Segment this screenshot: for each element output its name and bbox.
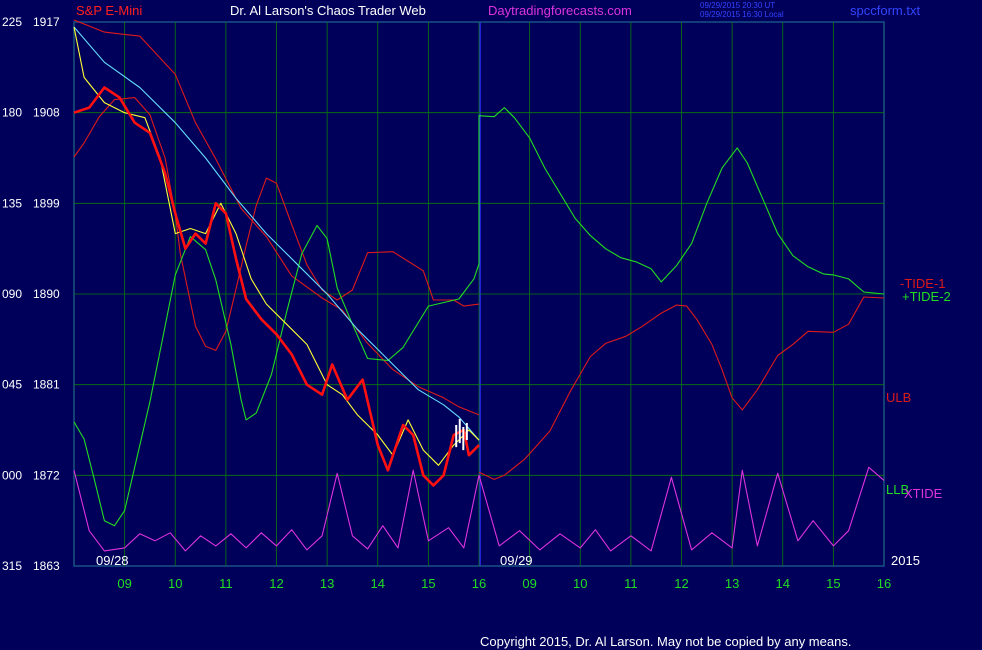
symbol-title: S&P E-Mini xyxy=(76,3,142,18)
y-tick-label-left: 180 xyxy=(2,106,22,120)
x-tick-label: 14 xyxy=(776,576,790,591)
x-tick-label: 11 xyxy=(624,576,638,591)
y-tick-label-right: 1863 xyxy=(33,559,60,573)
x-tick-label: 14 xyxy=(371,576,385,591)
x-tick-label: 10 xyxy=(168,576,182,591)
label-xtide: XTIDE xyxy=(904,486,943,501)
x-tick-label: 09 xyxy=(117,576,131,591)
copyright-text: Copyright 2015, Dr. Al Larson. May not b… xyxy=(480,634,851,649)
x-tick-label: 10 xyxy=(573,576,587,591)
year-label: 2015 xyxy=(891,553,920,568)
date-label-2: 09/29 xyxy=(500,553,533,568)
y-tick-label-left: 315 xyxy=(2,559,22,573)
y-tick-label-left: 000 xyxy=(2,468,22,482)
x-tick-label: 09 xyxy=(522,576,536,591)
x-tick-label: 15 xyxy=(826,576,840,591)
label-ulb: ULB xyxy=(886,390,911,405)
chart-svg: 225 1917 180 1908 135 1899 090 1890 045 1881 000 18… xyxy=(2,1,951,649)
y-tick-label-left: 090 xyxy=(2,287,22,301)
x-tick-label: 16 xyxy=(877,576,891,591)
x-tick-label: 12 xyxy=(674,576,688,591)
y-tick-label-right: 1881 xyxy=(33,378,60,392)
x-axis: 09 10 11 12 13 14 15 16 09 10 11 12 13 14 15 16 xyxy=(117,576,891,591)
y-tick-label-left: 135 xyxy=(2,196,22,210)
x-tick-label: 16 xyxy=(472,576,486,591)
y-axis: 225 1917 180 1908 135 1899 090 1890 045 1881 000 18… xyxy=(2,15,60,573)
label-tide-2: +TIDE-2 xyxy=(902,289,951,304)
site-url[interactable]: Daytradingforecasts.com xyxy=(488,3,632,18)
y-tick-label-right: 1890 xyxy=(33,287,60,301)
date-label-1: 09/28 xyxy=(96,553,129,568)
x-tick-label: 15 xyxy=(421,576,435,591)
y-tick-label-right: 1908 xyxy=(33,106,60,120)
timestamp-line-2: 09/29/2015 16:30 Local xyxy=(700,10,784,19)
site-name: Dr. Al Larson's Chaos Trader Web xyxy=(230,3,426,18)
x-tick-label: 13 xyxy=(320,576,334,591)
y-tick-label-right: 1917 xyxy=(33,15,60,29)
file-name: spccform.txt xyxy=(850,3,920,18)
y-tick-label-left: 225 xyxy=(2,15,22,29)
x-tick-label: 11 xyxy=(219,576,233,591)
timestamp-line-1: 09/29/2015 20:30 UT xyxy=(700,1,775,10)
grid xyxy=(73,21,885,567)
y-tick-label-right: 1899 xyxy=(33,196,60,210)
x-tick-label: 12 xyxy=(269,576,283,591)
y-tick-label-left: 045 xyxy=(2,378,22,392)
x-tick-label: 13 xyxy=(725,576,739,591)
y-tick-label-right: 1872 xyxy=(33,468,60,482)
